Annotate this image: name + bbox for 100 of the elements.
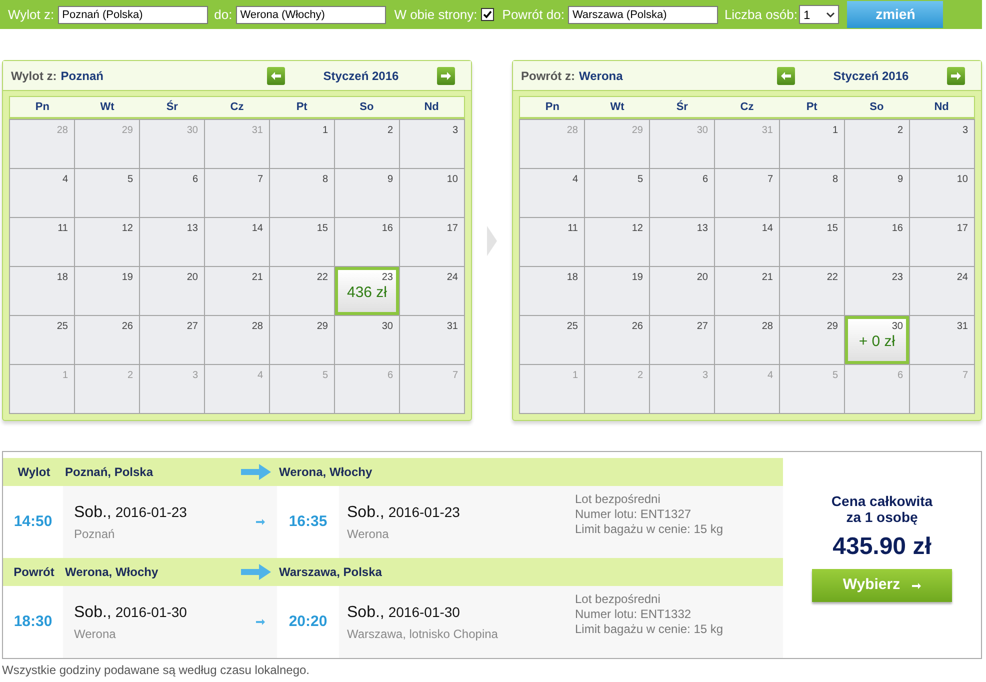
calendar-day[interactable]: 29 [270, 316, 335, 365]
calendar-day[interactable]: 5 [585, 169, 650, 218]
previous-month-button[interactable] [267, 66, 285, 84]
next-month-button[interactable] [947, 66, 965, 84]
weekday-header: Cz [229, 100, 245, 115]
day-number: 25 [566, 320, 578, 334]
return-field[interactable]: Warszawa (Polska) [568, 6, 718, 24]
day-number: 8 [322, 173, 328, 187]
day-number: 3 [962, 124, 968, 138]
calendar-day[interactable]: 19 [75, 267, 140, 316]
persons-select[interactable]: 1 [799, 5, 840, 24]
selected-day[interactable]: 23 436 zł [335, 267, 399, 315]
flight-info: Limit bagażu w cenie: 15 kg [575, 622, 724, 637]
day-number: 25 [56, 320, 68, 334]
calendar-day[interactable]: 12 [585, 218, 650, 267]
calendar-day[interactable]: 27 [650, 316, 715, 365]
leg-origin: Werona, Włochy [65, 564, 160, 581]
calendar-day[interactable]: 10 [400, 169, 465, 218]
calendar-day[interactable]: 21 [205, 267, 270, 316]
day-number: 29 [316, 320, 328, 334]
calendar-day[interactable]: 11 [520, 218, 585, 267]
calendar-day[interactable]: 25 [520, 316, 585, 365]
calendar-day[interactable]: 14 [715, 218, 780, 267]
arrival-day: Sob., [347, 601, 384, 625]
day-number: 6 [192, 173, 198, 187]
calendar-day[interactable]: 1 [780, 120, 845, 169]
calendar-day[interactable]: 4 [520, 169, 585, 218]
calendar-day[interactable]: 6 [140, 169, 205, 218]
calendar-day[interactable]: 22 [780, 267, 845, 316]
calendar-day[interactable]: 4 [10, 169, 75, 218]
calendar-day[interactable]: 28 [715, 316, 780, 365]
day-number: 6 [387, 369, 393, 383]
previous-month-button[interactable] [777, 66, 795, 84]
calendar-day[interactable]: 7 [715, 169, 780, 218]
calendar-day[interactable]: 14 [205, 218, 270, 267]
calendar-day[interactable]: 2 [335, 120, 400, 169]
from-field[interactable]: Poznań (Polska) [58, 6, 208, 24]
calendar-label: Powrót z: [521, 68, 575, 84]
calendar-day[interactable]: 31 [400, 316, 465, 365]
calendar-day[interactable]: 8 [780, 169, 845, 218]
day-number: 16 [382, 222, 393, 236]
calendar-day[interactable]: 20 [140, 267, 205, 316]
calendar-day[interactable]: 26 [585, 316, 650, 365]
calendar-day[interactable]: 18 [10, 267, 75, 316]
calendar-day[interactable]: 16 [845, 218, 910, 267]
day-number: 7 [962, 369, 968, 383]
day-number: 2 [127, 369, 133, 383]
arrival-day: Sob., [347, 501, 384, 525]
round-trip-checkbox[interactable] [481, 8, 494, 21]
calendar-day[interactable]: 12 [75, 218, 140, 267]
day-number: 2 [637, 369, 643, 383]
calendar-day[interactable]: 3 [910, 120, 975, 169]
calendar-day[interactable]: 20 [650, 267, 715, 316]
to-label: do: [214, 6, 232, 24]
selected-day[interactable]: 30 + 0 zł [845, 316, 909, 364]
calendar-day[interactable]: 27 [140, 316, 205, 365]
calendar-day[interactable]: 3 [400, 120, 465, 169]
calendar-day[interactable]: 13 [140, 218, 205, 267]
day-number: 28 [566, 124, 578, 138]
calendar-day[interactable]: 26 [75, 316, 140, 365]
day-number: 19 [122, 271, 133, 285]
weekday-header: Śr [675, 99, 689, 115]
calendar-day[interactable]: 9 [845, 169, 910, 218]
calendar-day[interactable]: 30 [335, 316, 400, 365]
calendar-day[interactable]: 21 [715, 267, 780, 316]
calendar-day[interactable]: 13 [650, 218, 715, 267]
day-number: 20 [696, 271, 708, 285]
calendar-day[interactable]: 11 [10, 218, 75, 267]
day-number: 18 [566, 271, 578, 285]
calendar-day[interactable]: 24 [400, 267, 465, 316]
calendar-day[interactable]: 7 [205, 169, 270, 218]
calendar-day[interactable]: 6 [650, 169, 715, 218]
day-number: 1 [572, 369, 578, 383]
next-month-button[interactable] [437, 66, 455, 84]
calendar-day[interactable]: 18 [520, 267, 585, 316]
calendar-day[interactable]: 15 [270, 218, 335, 267]
departure-day: Sob., [74, 501, 112, 525]
day-number: 31 [762, 124, 773, 138]
to-field[interactable]: Werona (Włochy) [236, 6, 386, 24]
calendar-day[interactable]: 17 [910, 218, 975, 267]
calendar-day[interactable]: 17 [400, 218, 465, 267]
calendar-day[interactable]: 31 [910, 316, 975, 365]
leg-label: Powrót [12, 564, 56, 581]
calendar-day[interactable]: 1 [270, 120, 335, 169]
calendar-day[interactable]: 5 [75, 169, 140, 218]
calendar-city: Poznań [60, 68, 104, 84]
calendar-day[interactable]: 25 [10, 316, 75, 365]
calendar-day[interactable]: 10 [910, 169, 975, 218]
day-number: 24 [956, 271, 968, 285]
day-number: 31 [252, 124, 263, 138]
day-number: 5 [322, 369, 328, 383]
arrival-date: 2016-01-23 [388, 503, 460, 522]
calendar-day[interactable]: 19 [585, 267, 650, 316]
calendar-day[interactable]: 15 [780, 218, 845, 267]
calendar-day[interactable]: 8 [270, 169, 335, 218]
calendar-day[interactable]: 9 [335, 169, 400, 218]
calendar-day[interactable]: 2 [845, 120, 910, 169]
arrival-place: Warszawa, lotnisko Chopina [347, 626, 499, 643]
calendar-day[interactable]: 28 [205, 316, 270, 365]
calendar-day[interactable]: 24 [910, 267, 975, 316]
